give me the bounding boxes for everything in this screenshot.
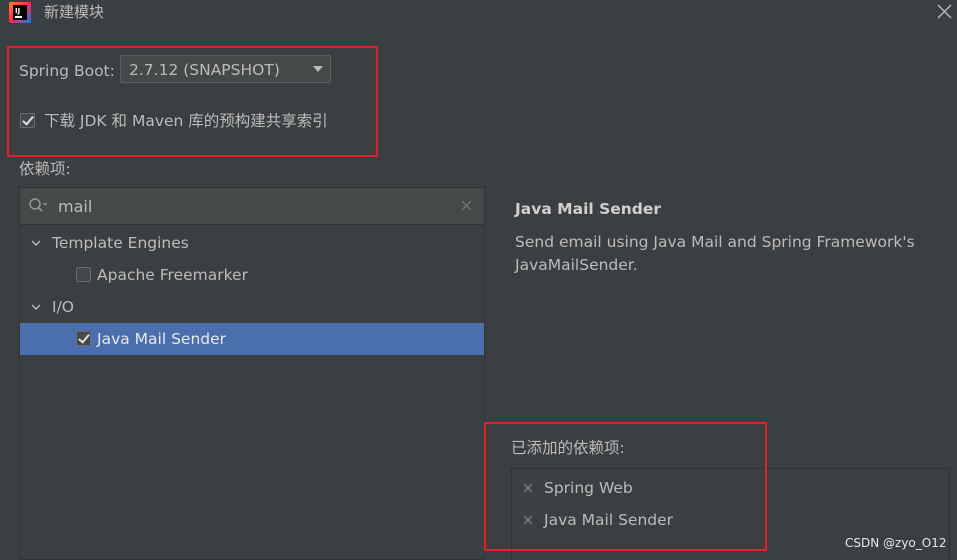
dependency-search-input[interactable] <box>58 194 438 218</box>
tree-group-io[interactable]: I/O <box>20 291 484 323</box>
added-dependency-label: Java Mail Sender <box>544 511 674 529</box>
java-mail-sender-checkbox[interactable] <box>76 331 91 346</box>
dependency-search-bar <box>20 188 484 225</box>
new-module-dialog: IJ 新建模块 Spring Boot: 2.7.12 (SNAPSHOT) 下… <box>0 0 957 560</box>
dialog-title: 新建模块 <box>44 3 105 21</box>
clear-icon[interactable] <box>461 200 472 211</box>
tree-item-label: Java Mail Sender <box>97 330 227 348</box>
dependencies-label: 依赖项: <box>19 160 71 178</box>
download-index-checkbox[interactable] <box>20 113 35 128</box>
dependency-detail-description: Send email using Java Mail and Spring Fr… <box>515 233 915 274</box>
tree-item-label: Apache Freemarker <box>97 266 248 284</box>
tree-group-label: Template Engines <box>52 234 189 252</box>
tree-item-java-mail-sender[interactable]: Java Mail Sender <box>20 323 484 355</box>
intellij-idea-icon: IJ <box>9 2 31 23</box>
tree-item-apache-freemarker[interactable]: Apache Freemarker <box>20 259 484 291</box>
apache-freemarker-checkbox[interactable] <box>76 267 91 282</box>
spring-boot-version-select[interactable]: 2.7.12 (SNAPSHOT) <box>120 55 331 83</box>
chevron-down-icon[interactable] <box>31 302 41 312</box>
dropdown-arrow-icon <box>313 66 323 72</box>
tree-group-template-engines[interactable]: Template Engines <box>20 227 484 259</box>
search-icon <box>29 198 48 212</box>
dependency-detail-title: Java Mail Sender <box>515 200 662 218</box>
tree-group-label: I/O <box>52 298 74 316</box>
svg-text:IJ: IJ <box>15 7 20 15</box>
title-bar: IJ 新建模块 <box>0 0 957 26</box>
close-icon[interactable] <box>936 3 953 20</box>
remove-icon[interactable] <box>523 483 533 493</box>
watermark: CSDN @zyo_O12 <box>845 536 947 550</box>
download-index-label[interactable]: 下载 JDK 和 Maven 库的预构建共享索引 <box>44 111 328 131</box>
added-dependency-item: Java Mail Sender <box>512 504 949 536</box>
added-dependencies-label: 已添加的依赖项: <box>511 439 625 457</box>
remove-icon[interactable] <box>523 515 533 525</box>
spring-boot-version-value: 2.7.12 (SNAPSHOT) <box>129 61 280 79</box>
chevron-down-icon[interactable] <box>31 238 41 248</box>
dependencies-panel: Template Engines Apache Freemarker I/O J… <box>19 187 485 560</box>
spring-boot-label: Spring Boot: <box>19 62 115 80</box>
added-dependency-item: Spring Web <box>512 472 949 504</box>
added-dependency-label: Spring Web <box>544 479 633 497</box>
